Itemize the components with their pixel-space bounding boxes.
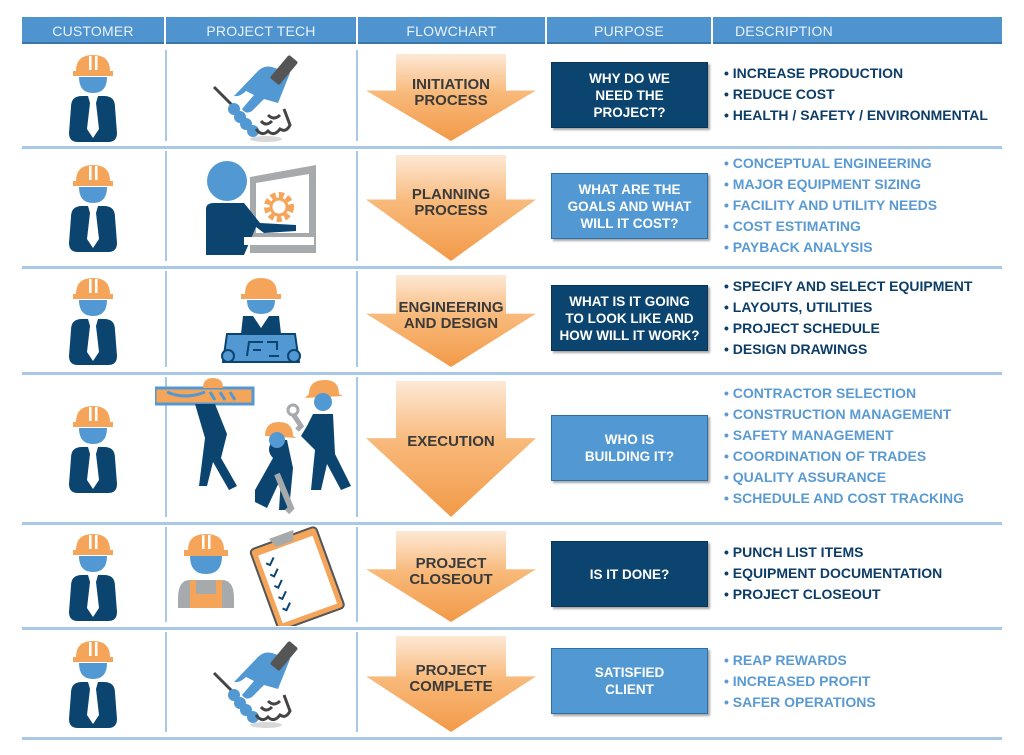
purpose-box: WHY DO WE NEED THE PROJECT? [551,62,708,128]
purpose-line: WHAT IS IT GOING [569,293,690,309]
flowchart-step-line: AND DESIGN [403,315,499,333]
flowchart-step-label: EXECUTION [366,434,536,450]
flowchart-arrow: ENGINEERING AND DESIGN [366,275,536,367]
purpose-line: GOALS AND WHAT [567,198,692,214]
purpose-line: WHY DO WE [589,70,670,86]
table-header: CUSTOMER PROJECT TECH FLOWCHART PURPOSE … [22,17,1002,44]
flowchart-arrow: PLANNING PROCESS [366,155,536,261]
description-item: PROJECT CLOSEOUT [724,584,942,605]
flowchart-arrow: EXECUTION [366,381,536,517]
flowchart-step-line: EXECUTION [407,433,495,451]
purpose-line: SATISFIED [594,665,665,680]
purpose-line: IS IT DONE? [589,566,670,582]
description-list: SPECIFY AND SELECT EQUIPMENTLAYOUTS, UTI… [724,276,973,360]
header-description: DESCRIPTION [713,17,1002,44]
description-item: EQUIPMENT DOCUMENTATION [724,563,942,584]
purpose-line: WHAT ARE THE [578,181,681,197]
blueprint-engineer-icon [167,267,355,373]
purpose-line: WILL IT COST? [580,215,679,231]
customer-hardhat-icon [22,523,164,628]
purpose-line: NEED THE [595,87,664,103]
description-item: SCHEDULE AND COST TRACKING [724,488,964,509]
purpose-line: PROJECT? [593,104,666,120]
flowchart-arrow: PROJECT CLOSEOUT [366,531,536,622]
flowchart-arrow: INITIATION PROCESS [366,54,536,141]
flowchart-step-line: PROJECT [415,554,487,572]
row-divider [22,737,1002,740]
purpose-line: HOW WILL IT WORK? [559,327,700,343]
description-item: SPECIFY AND SELECT EQUIPMENT [724,276,973,297]
flowchart-step-line: PROJECT [415,662,487,680]
description-item: SAFER OPERATIONS [724,692,876,713]
handshake-icon [167,628,355,738]
customer-hardhat-icon [22,267,164,373]
purpose-line: CLIENT [605,682,654,697]
description-item: CONCEPTUAL ENGINEERING [724,153,937,174]
header-flowchart: FLOWCHART [358,17,547,44]
description-item: MAJOR EQUIPMENT SIZING [724,174,937,195]
column-divider [356,271,358,367]
description-list: INCREASE PRODUCTIONREDUCE COSTHEALTH / S… [724,63,988,126]
flowchart-step-line: INITIATION [411,76,491,94]
flowchart-step-line: COMPLETE [409,678,493,696]
customer-hardhat-icon [22,373,164,523]
description-item: PUNCH LIST ITEMS [724,542,942,563]
description-item: DESIGN DRAWINGS [724,339,972,360]
flowchart-step-line: PROCESS [414,201,488,219]
description-list: PUNCH LIST ITEMSEQUIPMENT DOCUMENTATIONP… [724,542,942,605]
description-item: FACILITY AND UTILITY NEEDS [724,195,937,216]
description-item: INCREASED PROFIT [724,671,876,692]
flowchart-step-label: ENGINEERING AND DESIGN [366,300,536,332]
flowchart-step-label: PROJECT COMPLETE [366,663,536,695]
header-customer: CUSTOMER [22,17,166,44]
flowchart-step-label: PLANNING PROCESS [366,185,536,219]
header-project-tech: PROJECT TECH [166,17,358,44]
description-list: REAP REWARDSINCREASED PROFITSAFER OPERAT… [724,650,876,713]
description-item: LAYOUTS, UTILITIES [724,297,972,318]
purpose-line: TO LOOK LIKE AND [565,310,694,326]
description-list: CONCEPTUAL ENGINEERINGMAJOR EQUIPMENT SI… [724,153,937,258]
column-divider [356,151,358,261]
flowchart-step-line: PROCESS [414,92,488,110]
description-item: REDUCE COST [724,84,988,105]
purpose-box: WHAT IS IT GOING TO LOOK LIKE AND HOW WILL… [551,285,708,351]
description-item: COST ESTIMATING [724,216,937,237]
description-item: HEALTH / SAFETY / ENVIRONMENTAL [724,105,988,126]
description-item: PROJECT SCHEDULE [724,318,972,339]
description-item: QUALITY ASSURANCE [724,467,964,488]
customer-hardhat-icon [22,147,164,267]
purpose-box: WHAT ARE THE GOALS AND WHAT WILL IT COST? [551,173,708,239]
handshake-icon [167,46,355,147]
purpose-line: BUILDING IT? [584,449,675,464]
column-divider [356,527,358,622]
description-item: SAFETY MANAGEMENT [724,425,964,446]
purpose-box: WHO IS BUILDING IT? [551,415,708,481]
flowchart-step-label: INITIATION PROCESS [366,77,536,109]
construction-workers-icon [150,373,360,523]
flowchart-step-label: PROJECT CLOSEOUT [366,554,536,588]
customer-hardhat-icon [22,46,164,147]
description-item: PAYBACK ANALYSIS [724,237,937,258]
description-item: CONSTRUCTION MANAGEMENT [724,404,964,425]
purpose-line: WHO IS [604,432,655,447]
purpose-box: IS IT DONE? [551,541,708,607]
header-purpose: PURPOSE [547,17,713,44]
column-divider [356,632,358,732]
description-item: REAP REWARDS [724,650,876,671]
column-divider [356,50,358,141]
worker-checklist-icon [167,523,355,628]
flowchart-step-line: CLOSEOUT [409,570,493,588]
description-item: CONTRACTOR SELECTION [724,383,964,404]
purpose-box: SATISFIED CLIENT [551,648,708,714]
description-item: INCREASE PRODUCTION [724,63,988,84]
customer-hardhat-icon [22,628,164,738]
description-item: COORDINATION OF TRADES [724,446,964,467]
description-list: CONTRACTOR SELECTIONCONSTRUCTION MANAGEM… [724,383,964,509]
computer-engineer-icon [167,147,355,267]
flowchart-step-line: ENGINEERING [398,299,504,317]
flowchart-step-line: PLANNING [411,185,491,203]
flowchart-arrow: PROJECT COMPLETE [366,636,536,732]
